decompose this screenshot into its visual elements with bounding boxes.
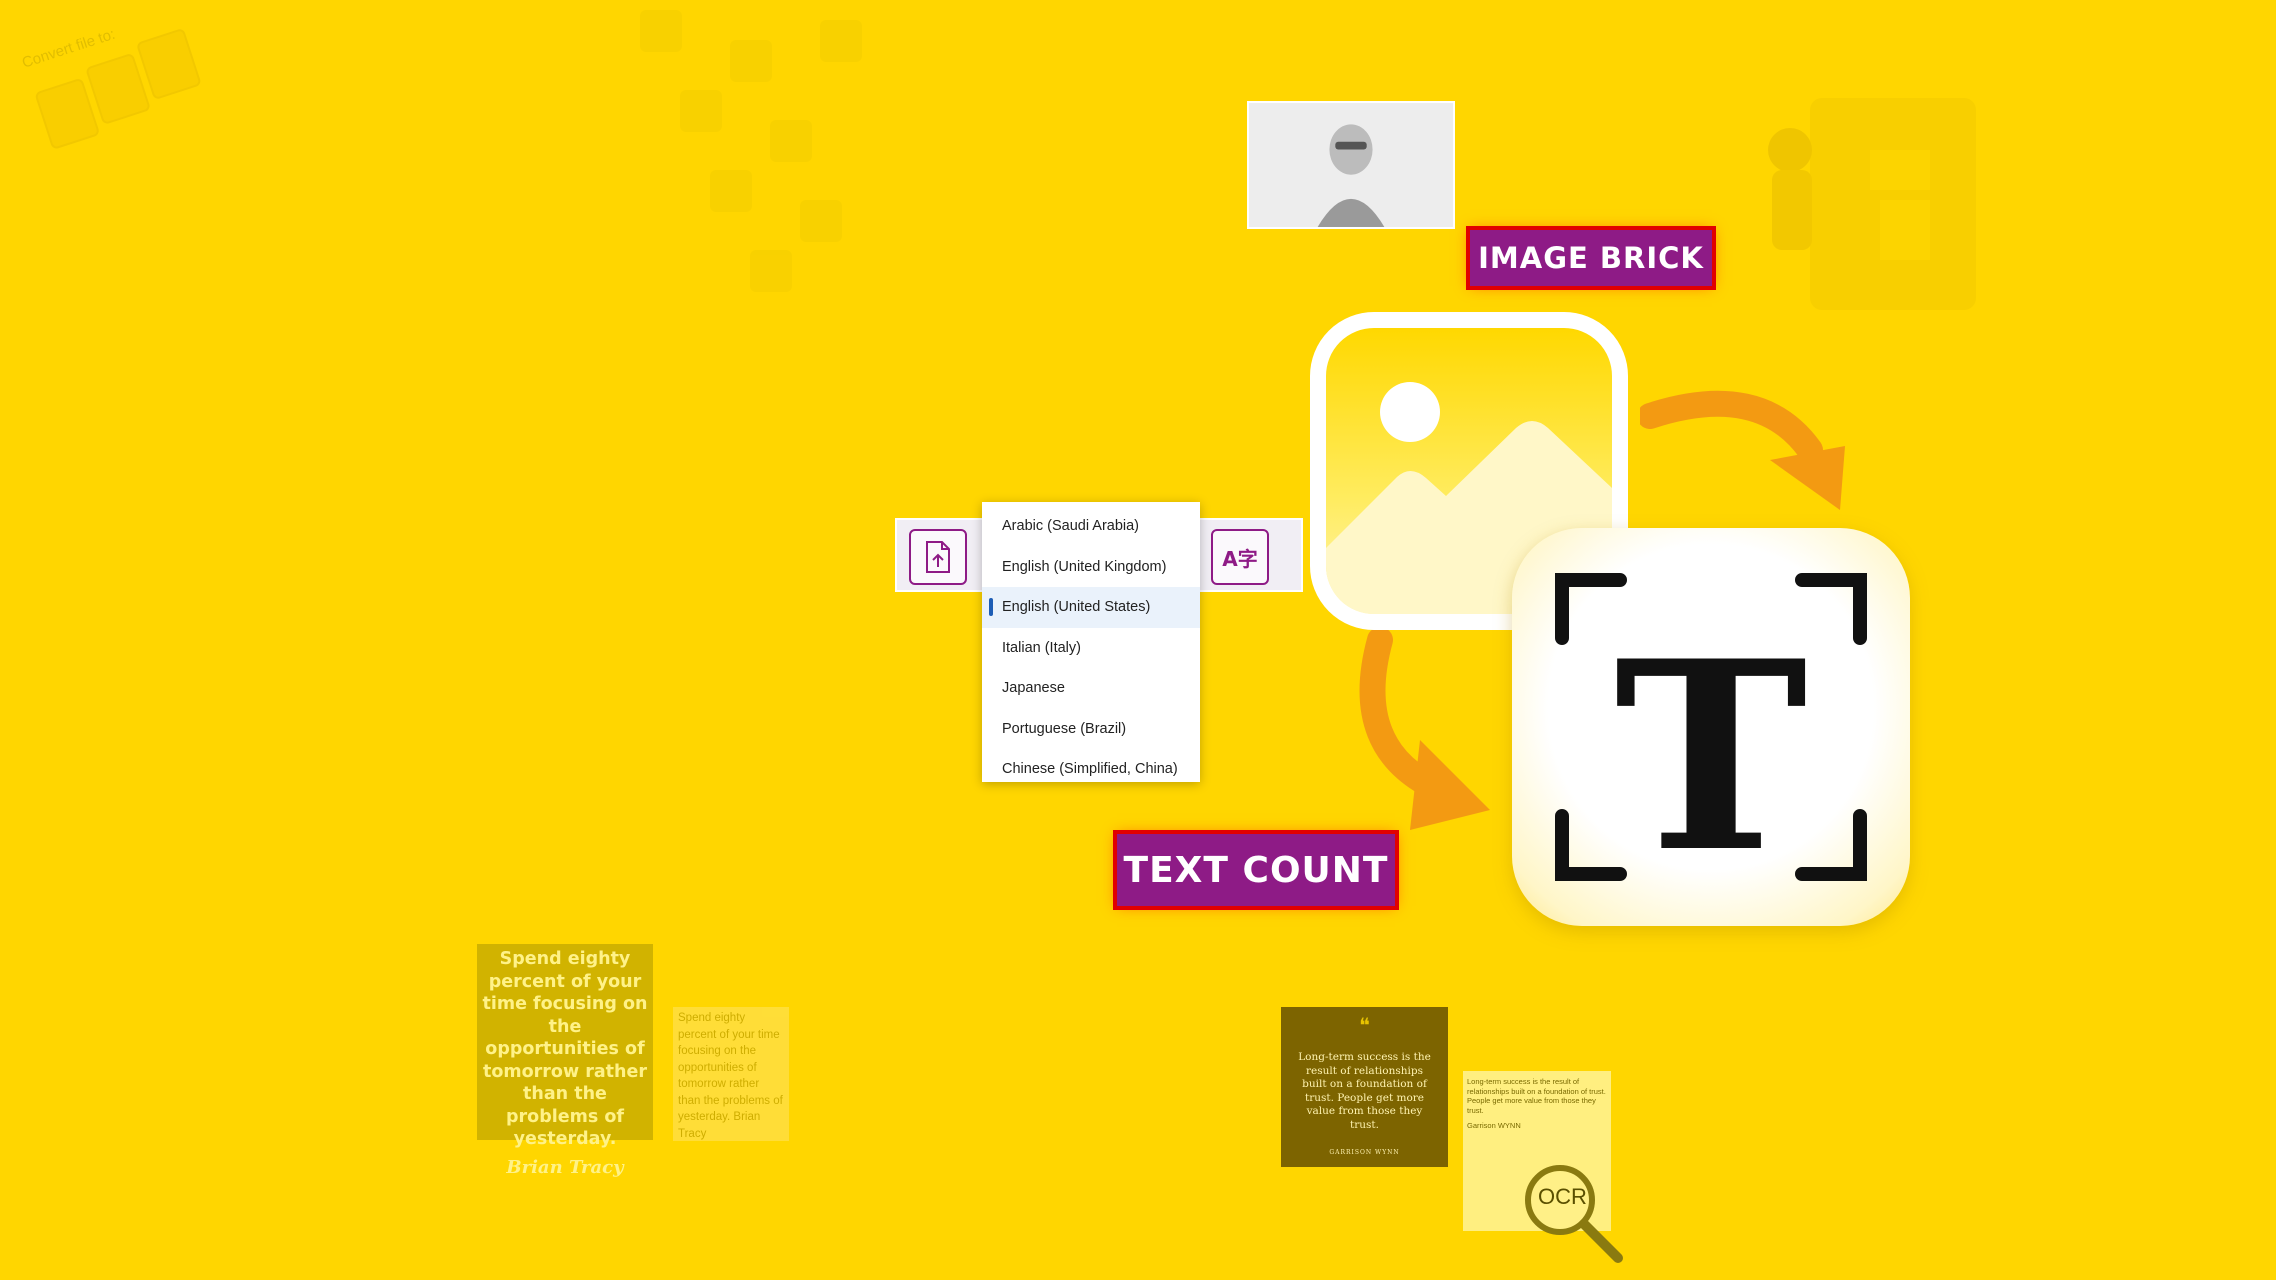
background-format-tiles xyxy=(620,0,920,320)
quote-author: Brian Tracy xyxy=(506,1156,624,1178)
file-format-icon xyxy=(135,27,202,101)
language-option[interactable]: Portuguese (Brazil) xyxy=(982,709,1200,750)
translate-icon: A字 xyxy=(1222,546,1258,571)
dark-quote-author: GARRISON WYNN xyxy=(1329,1149,1400,1156)
dark-quote-card: ❝ Long-term success is the result of rel… xyxy=(1281,1007,1448,1167)
text-letter: T xyxy=(1614,605,1807,910)
background-illustration xyxy=(1720,90,1980,330)
file-format-icon xyxy=(85,52,152,126)
quote-image-card: Spend eighty percent of your time focusi… xyxy=(477,944,653,1178)
language-option[interactable]: English (United Kingdom) xyxy=(982,547,1200,588)
language-option[interactable]: Chinese (Simplified, China) xyxy=(982,749,1200,790)
language-dropdown[interactable]: Arabic (Saudi Arabia) English (United Ki… xyxy=(982,502,1200,782)
dark-quote-text: Long-term success is the result of relat… xyxy=(1298,1051,1431,1131)
text-scan-icon: T xyxy=(1512,528,1910,926)
quote-text: Spend eighty percent of your time focusi… xyxy=(482,949,648,1149)
translate-button[interactable]: A字 xyxy=(1211,529,1269,585)
convert-file-panel: Convert file to: × xyxy=(0,0,233,182)
arrow-down-right-icon xyxy=(1359,630,1490,830)
extracted-text-card: Spend eighty percent of your time focusi… xyxy=(673,1007,789,1141)
image-brick-label: IMAGE BRICK xyxy=(1470,230,1712,286)
extracted-text: Spend eighty percent of your time focusi… xyxy=(678,1012,783,1140)
ocr-magnifier-icon: OCR xyxy=(1520,1160,1624,1264)
open-file-button[interactable] xyxy=(909,529,967,585)
language-option[interactable]: Arabic (Saudi Arabia) xyxy=(982,506,1200,547)
file-format-icon xyxy=(34,77,101,151)
ocr-result-text: Long-term success is the result of relat… xyxy=(1467,1077,1606,1115)
ocr-label: OCR xyxy=(1538,1184,1587,1209)
arrow-right-down-icon xyxy=(1640,390,1845,510)
file-upload-icon xyxy=(926,541,950,573)
sample-photo-thumbnail xyxy=(1247,101,1455,229)
text-count-label: TEXT COUNT xyxy=(1117,834,1395,906)
language-option[interactable]: Japanese xyxy=(982,668,1200,709)
quote-mark-icon: ❝ xyxy=(1359,1013,1370,1037)
language-option[interactable]: Italian (Italy) xyxy=(982,628,1200,669)
language-option-selected[interactable]: English (United States) xyxy=(982,587,1200,628)
ocr-result-author: Garrison WYNN xyxy=(1467,1121,1521,1130)
